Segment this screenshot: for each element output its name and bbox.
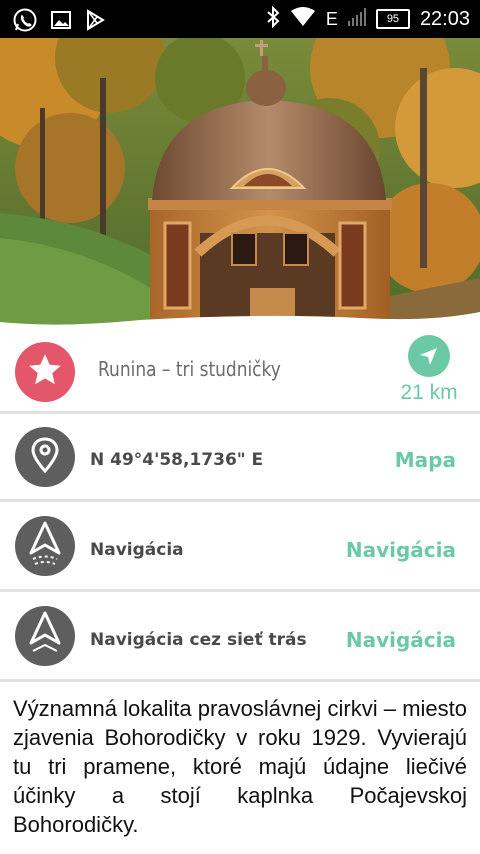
battery-icon: 95: [375, 9, 410, 29]
system-icons: E 95 22:03: [266, 5, 470, 32]
direction-arrow-icon: [408, 335, 450, 377]
signal-icon: [347, 8, 366, 30]
network-type: E: [325, 8, 338, 29]
map-button[interactable]: Mapa: [395, 448, 456, 472]
location-pin-icon: [29, 436, 61, 478]
distance-value: 21 km: [400, 381, 458, 404]
bluetooth-icon: [266, 5, 280, 32]
place-header: Runina – tri studničky 21 km: [0, 330, 480, 418]
navigation-arrow-icon: [27, 611, 63, 661]
image-icon: [50, 9, 72, 35]
place-description: Významná lokalita pravoslávnej cirkvi – …: [13, 696, 467, 837]
chapel-photo: [0, 38, 480, 330]
location-pin-button: [15, 427, 75, 487]
wifi-icon: [290, 7, 316, 31]
status-bar: E 95 22:03: [0, 0, 480, 38]
place-title: Runina – tri studničky: [98, 357, 281, 381]
notification-icons: [12, 7, 106, 37]
star-icon: [26, 351, 64, 393]
trail-navigation-label: Navigácia cez sieť trás: [90, 630, 307, 650]
coordinates-row[interactable]: N 49°4'58,1736" E Mapa: [0, 414, 480, 500]
coordinates-text: N 49°4'58,1736" E: [90, 450, 264, 470]
whatsapp-icon: [12, 7, 38, 37]
navigation-row[interactable]: Navigácia Navigácia: [0, 502, 480, 590]
navigation-circle: [15, 516, 75, 576]
navigation-button[interactable]: Navigácia: [346, 538, 456, 562]
navigation-label: Navigácia: [90, 540, 184, 560]
trail-navigation-button[interactable]: Navigácia: [346, 628, 456, 652]
play-store-icon: [84, 9, 106, 35]
trail-navigation-row[interactable]: Navigácia cez sieť trás Navigácia: [0, 592, 480, 680]
distance-indicator[interactable]: 21 km: [395, 335, 463, 405]
divider: [0, 679, 480, 682]
clock: 22:03: [419, 7, 470, 30]
navigation-arrow-icon: [27, 521, 63, 571]
trail-navigation-circle: [15, 606, 75, 666]
favorite-button[interactable]: [15, 342, 75, 402]
